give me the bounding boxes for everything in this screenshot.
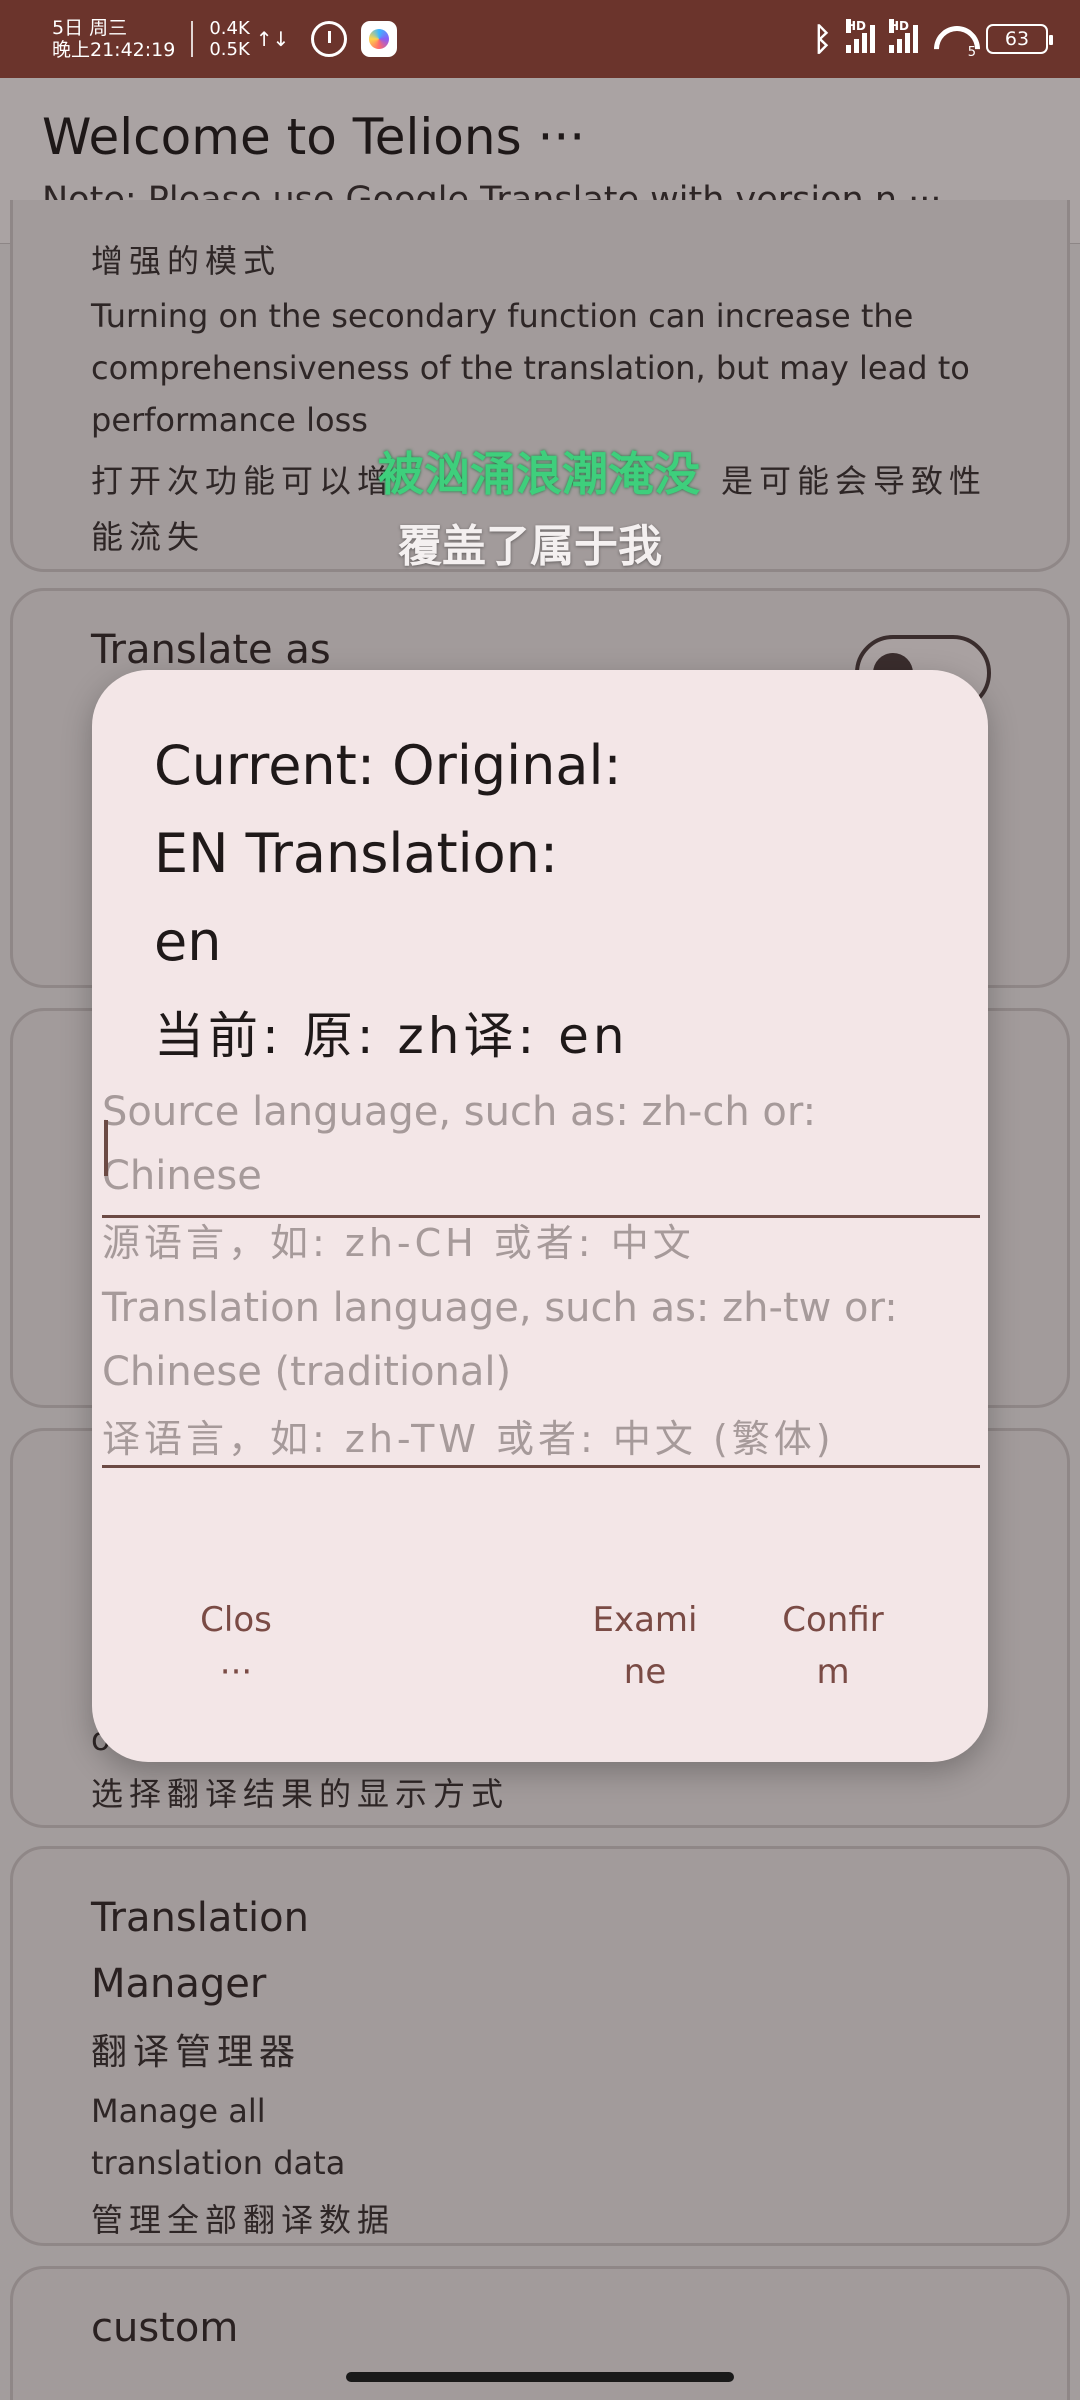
confirm-button-label-1: Confir	[782, 1600, 884, 1640]
hd-label-1: HD	[846, 19, 867, 33]
confirm-button[interactable]: Confir m	[778, 1594, 888, 1698]
lyric-line-2: 覆盖了属于我	[398, 521, 662, 572]
alarm-icon	[311, 21, 348, 57]
examine-button[interactable]: Exami ne	[590, 1594, 700, 1698]
status-divider	[191, 21, 194, 57]
source-language-input[interactable]: Source language, such as: zh-ch or: Chin…	[102, 1080, 980, 1265]
wifi-icon: 5	[932, 24, 976, 60]
source-language-placeholder: Source language, such as: zh-ch or: Chin…	[102, 1089, 817, 1199]
updown-arrows-icon: ↑↓	[255, 27, 290, 51]
translation-language-placeholder-1: Translation language, such as: zh-tw or:	[102, 1285, 898, 1331]
status-datetime: 5日 周三 晚上21:42:19	[52, 17, 175, 61]
manager-title-1: Translation	[91, 1895, 309, 1941]
app-notification-icon	[361, 21, 398, 57]
text-cursor	[104, 1120, 108, 1176]
lyric-line-1: 被汹涌浪潮淹没	[378, 447, 700, 501]
battery-icon: 63	[986, 24, 1053, 54]
translation-language-placeholder-2: Chinese (traditional)	[102, 1349, 512, 1395]
examine-button-label-1: Exami	[592, 1600, 698, 1640]
translation-language-placeholder-zh: 译语言，如: zh-TW 或者: 中文 (繁体)	[102, 1417, 835, 1461]
status-date: 5日 周三	[52, 17, 128, 39]
current-translation-label: EN Translation:	[154, 822, 559, 885]
manager-title-2: Manager	[91, 1961, 267, 2007]
manager-title-zh: 翻译管理器	[91, 2032, 302, 2073]
wifi-band-label: 5	[967, 45, 976, 60]
translation-language-input[interactable]: Translation language, such as: zh-tw or:…	[102, 1276, 980, 1468]
close-button-label: Clos ···	[200, 1600, 272, 1692]
status-time: 晚上21:42:19	[52, 39, 176, 61]
card-translation-manager[interactable]: Translation Manager 翻译管理器 Manage all tra…	[10, 1846, 1070, 2246]
confirm-button-label-2: m	[816, 1652, 850, 1692]
custom-title: custom	[91, 2305, 239, 2351]
download-speed: 0.5K	[209, 39, 250, 60]
screen: 5日 周三 晚上21:42:19 0.4K 0.5K ↑↓ ᛒ HD HD 5	[0, 0, 1080, 2400]
status-bar: 5日 周三 晚上21:42:19 0.4K 0.5K ↑↓ ᛒ HD HD 5	[0, 0, 1080, 78]
app-title: Welcome to Telions ···	[42, 108, 586, 166]
manager-desc-2: translation data	[91, 2144, 346, 2182]
display-desc-zh: 选择翻译结果的显示方式	[91, 1775, 510, 1813]
current-translation-value: en	[154, 910, 222, 973]
gesture-bar[interactable]	[346, 2372, 734, 2382]
network-speed: 0.4K 0.5K	[209, 18, 249, 60]
current-zh-label: 当前: 原: zh译: en	[154, 1007, 629, 1065]
manager-desc-zh: 管理全部翻译数据	[91, 2201, 396, 2239]
language-dialog: Current: Original: EN Translation: en 当前…	[92, 670, 988, 1762]
upload-speed: 0.4K	[209, 18, 250, 39]
close-button[interactable]: Clos ···	[186, 1594, 286, 1698]
enhanced-title-zh: 增强的模式	[91, 242, 282, 280]
battery-level: 63	[1004, 28, 1030, 50]
examine-button-label-2: ne	[623, 1652, 667, 1692]
enhanced-desc-zh-part2: 是可能会导致性	[721, 462, 988, 500]
current-original-label: Current: Original:	[154, 734, 622, 797]
manager-desc-1: Manage all	[91, 2092, 266, 2130]
hd-label-2: HD	[889, 19, 910, 33]
bluetooth-icon: ᛒ	[812, 20, 832, 58]
status-right: ᛒ HD HD 5 63	[812, 19, 1053, 60]
cell-signal-1-icon: HD	[846, 19, 875, 53]
cell-signal-2-icon: HD	[889, 19, 918, 53]
source-language-placeholder-zh: 源语言，如: zh-CH 或者: 中文	[102, 1221, 695, 1265]
translate-as-title: Translate as	[91, 627, 331, 673]
enhanced-desc-zh-part1: 打开次功能可以增	[91, 462, 396, 500]
enhanced-desc-en: Turning on the secondary function can in…	[91, 297, 970, 439]
